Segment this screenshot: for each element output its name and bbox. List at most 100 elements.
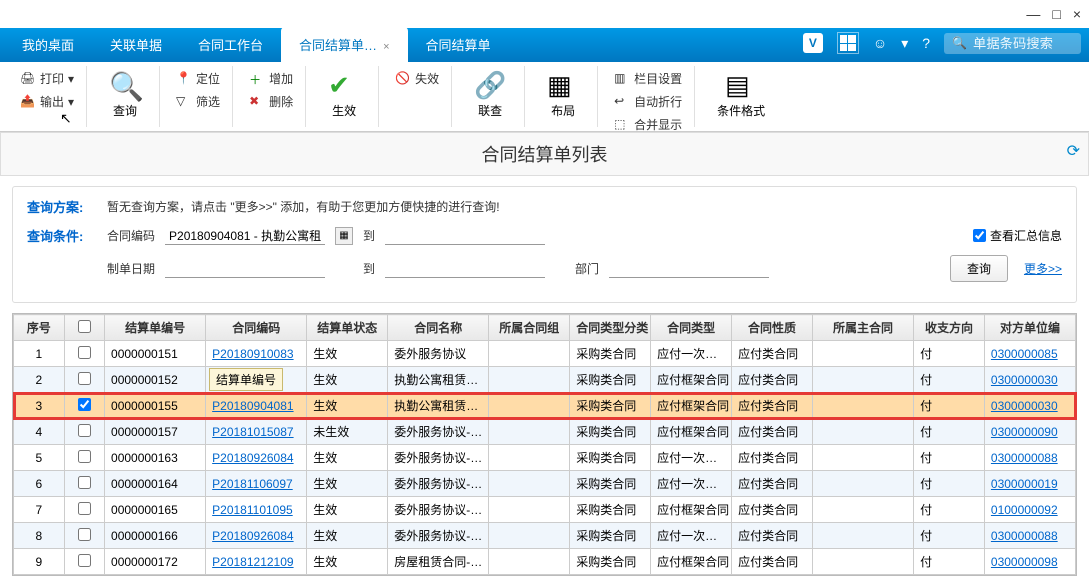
table-cell: 应付一次… xyxy=(651,471,732,497)
cell-link[interactable]: P20181101095 xyxy=(212,503,293,517)
condfmt-button[interactable]: ▤条件格式 xyxy=(707,68,775,121)
export-button[interactable]: 📤输出 ▾ xyxy=(16,91,78,112)
help-icon[interactable]: ? xyxy=(922,35,930,51)
table-cell: 委外服务协议-… xyxy=(388,419,489,445)
void-button[interactable]: 🚫失效 xyxy=(391,68,443,89)
barcode-search[interactable]: 🔍 xyxy=(944,33,1081,54)
merge-icon: ⬚ xyxy=(614,117,630,133)
smiley-icon[interactable]: ☺ xyxy=(873,35,887,51)
nav-tab[interactable]: 合同结算单 xyxy=(408,27,509,62)
link-button[interactable]: 🔗联查 xyxy=(464,68,516,121)
cell-link[interactable]: P20181015087 xyxy=(212,425,293,439)
nav-tab[interactable]: 合同结算单…× xyxy=(281,27,407,62)
cell-link[interactable]: P20181212109 xyxy=(212,555,293,569)
table-cell: 0000000163 xyxy=(105,445,206,471)
add-button[interactable]: ＋增加 xyxy=(245,68,297,89)
more-link[interactable]: 更多>> xyxy=(1024,260,1062,277)
tab-close-icon[interactable]: × xyxy=(383,41,389,53)
col-code[interactable]: 合同编码 xyxy=(206,315,307,341)
cell-link[interactable]: P20180926084 xyxy=(212,451,293,465)
select-all-checkbox[interactable] xyxy=(78,320,91,333)
col-party[interactable]: 对方单位编 xyxy=(984,315,1075,341)
col-type[interactable]: 合同类型 xyxy=(651,315,732,341)
nav-tab[interactable]: 合同工作台 xyxy=(180,27,281,62)
query-button[interactable]: 🔍查询 xyxy=(99,68,151,121)
table-row[interactable]: 200000001524081生效执勤公寓租赁…采购类合同应付框架合同应付类合同… xyxy=(14,367,1076,393)
row-checkbox[interactable] xyxy=(78,554,91,567)
summary-checkbox[interactable] xyxy=(973,229,986,242)
barcode-search-input[interactable] xyxy=(973,36,1073,51)
col-main[interactable]: 所属主合同 xyxy=(812,315,913,341)
cell-link[interactable]: P20180904081 xyxy=(212,399,293,413)
row-checkbox[interactable] xyxy=(78,346,91,359)
cell-link[interactable]: 0100000092 xyxy=(991,503,1058,517)
table-row[interactable]: 10000000151P20180910083生效委外服务协议采购类合同应付一次… xyxy=(14,341,1076,367)
summary-label: 查看汇总信息 xyxy=(990,227,1062,244)
qr-icon[interactable] xyxy=(837,32,859,54)
table-cell: 付 xyxy=(914,367,985,393)
nav-tab[interactable]: 我的桌面 xyxy=(4,27,92,62)
cell-link[interactable]: 0300000030 xyxy=(991,373,1058,387)
table-cell: 付 xyxy=(914,393,985,419)
cell-link[interactable]: 0300000090 xyxy=(991,425,1058,439)
table-row[interactable]: 30000000155P20180904081生效执勤公寓租赁…采购类合同应付框… xyxy=(14,393,1076,419)
cell-link[interactable]: 0300000030 xyxy=(991,399,1058,413)
query-submit-button[interactable]: 查询 xyxy=(950,255,1008,282)
to-label-1: 到 xyxy=(363,227,375,244)
date-from-input[interactable] xyxy=(165,259,325,278)
table-cell: 0300000098 xyxy=(984,549,1075,575)
locate-button[interactable]: 📍定位 xyxy=(172,68,224,89)
cell-link[interactable]: 0300000088 xyxy=(991,451,1058,465)
row-checkbox[interactable] xyxy=(78,476,91,489)
nav-tab[interactable]: 关联单据 xyxy=(92,27,180,62)
contract-code-from-input[interactable] xyxy=(165,226,325,245)
row-checkbox[interactable] xyxy=(78,424,91,437)
row-checkbox[interactable] xyxy=(78,450,91,463)
date-to-input[interactable] xyxy=(385,259,545,278)
table-row[interactable]: 90000000172P20181212109生效房屋租赁合同-…采购类合同应付… xyxy=(14,549,1076,575)
table-row[interactable]: 40000000157P20181015087未生效委外服务协议-…采购类合同应… xyxy=(14,419,1076,445)
picker-icon[interactable]: ▦ xyxy=(335,227,353,245)
cell-link[interactable]: 0300000088 xyxy=(991,529,1058,543)
table-cell: 0300000088 xyxy=(984,523,1075,549)
col-chk[interactable] xyxy=(64,315,104,341)
autowrap-button[interactable]: ↩自动折行 xyxy=(610,91,686,112)
print-button[interactable]: 🖨打印 ▾ xyxy=(16,68,78,89)
table-row[interactable]: 50000000163P20180926084生效委外服务协议-…采购类合同应付… xyxy=(14,445,1076,471)
table-cell: 0300000030 xyxy=(984,367,1075,393)
colset-button[interactable]: ▥栏目设置 xyxy=(610,68,686,89)
filter-button[interactable]: ▽筛选 xyxy=(172,91,224,112)
table-row[interactable]: 80000000166P20180926084生效委外服务协议-…采购类合同应付… xyxy=(14,523,1076,549)
maximize-icon[interactable]: □ xyxy=(1052,6,1060,22)
contract-code-to-input[interactable] xyxy=(385,226,545,245)
col-status[interactable]: 结算单状态 xyxy=(307,315,388,341)
col-cat[interactable]: 合同类型分类 xyxy=(570,315,651,341)
cell-link[interactable]: 0300000019 xyxy=(991,477,1058,491)
minimize-icon[interactable]: — xyxy=(1026,6,1040,22)
effect-button[interactable]: ✔生效 xyxy=(318,68,370,121)
cell-link[interactable]: P20180926084 xyxy=(212,529,293,543)
close-icon[interactable]: × xyxy=(1073,6,1081,22)
cell-link[interactable]: P20181106097 xyxy=(212,477,293,491)
refresh-icon[interactable]: ⟳ xyxy=(1067,141,1080,161)
cell-link[interactable]: 0300000085 xyxy=(991,347,1058,361)
col-seq[interactable]: 序号 xyxy=(14,315,65,341)
row-checkbox[interactable] xyxy=(78,398,91,411)
dropdown-icon[interactable]: ▾ xyxy=(901,35,908,52)
layout-button[interactable]: ▦布局 xyxy=(537,68,589,121)
cell-link[interactable]: 0300000098 xyxy=(991,555,1058,569)
col-nature[interactable]: 合同性质 xyxy=(732,315,813,341)
table-row[interactable]: 60000000164P20181106097生效委外服务协议-…采购类合同应付… xyxy=(14,471,1076,497)
dept-input[interactable] xyxy=(609,259,769,278)
table-row[interactable]: 70000000165P20181101095生效委外服务协议-…采购类合同应付… xyxy=(14,497,1076,523)
row-checkbox[interactable] xyxy=(78,502,91,515)
cell-link[interactable]: P20180910083 xyxy=(212,347,293,361)
delete-button[interactable]: ✖删除 xyxy=(245,91,297,112)
table-cell: P20180904081 xyxy=(206,393,307,419)
col-group[interactable]: 所属合同组 xyxy=(489,315,570,341)
col-settle-no[interactable]: 结算单编号 xyxy=(105,315,206,341)
col-dir[interactable]: 收支方向 xyxy=(914,315,985,341)
col-name[interactable]: 合同名称 xyxy=(388,315,489,341)
row-checkbox[interactable] xyxy=(78,528,91,541)
row-checkbox[interactable] xyxy=(78,372,91,385)
